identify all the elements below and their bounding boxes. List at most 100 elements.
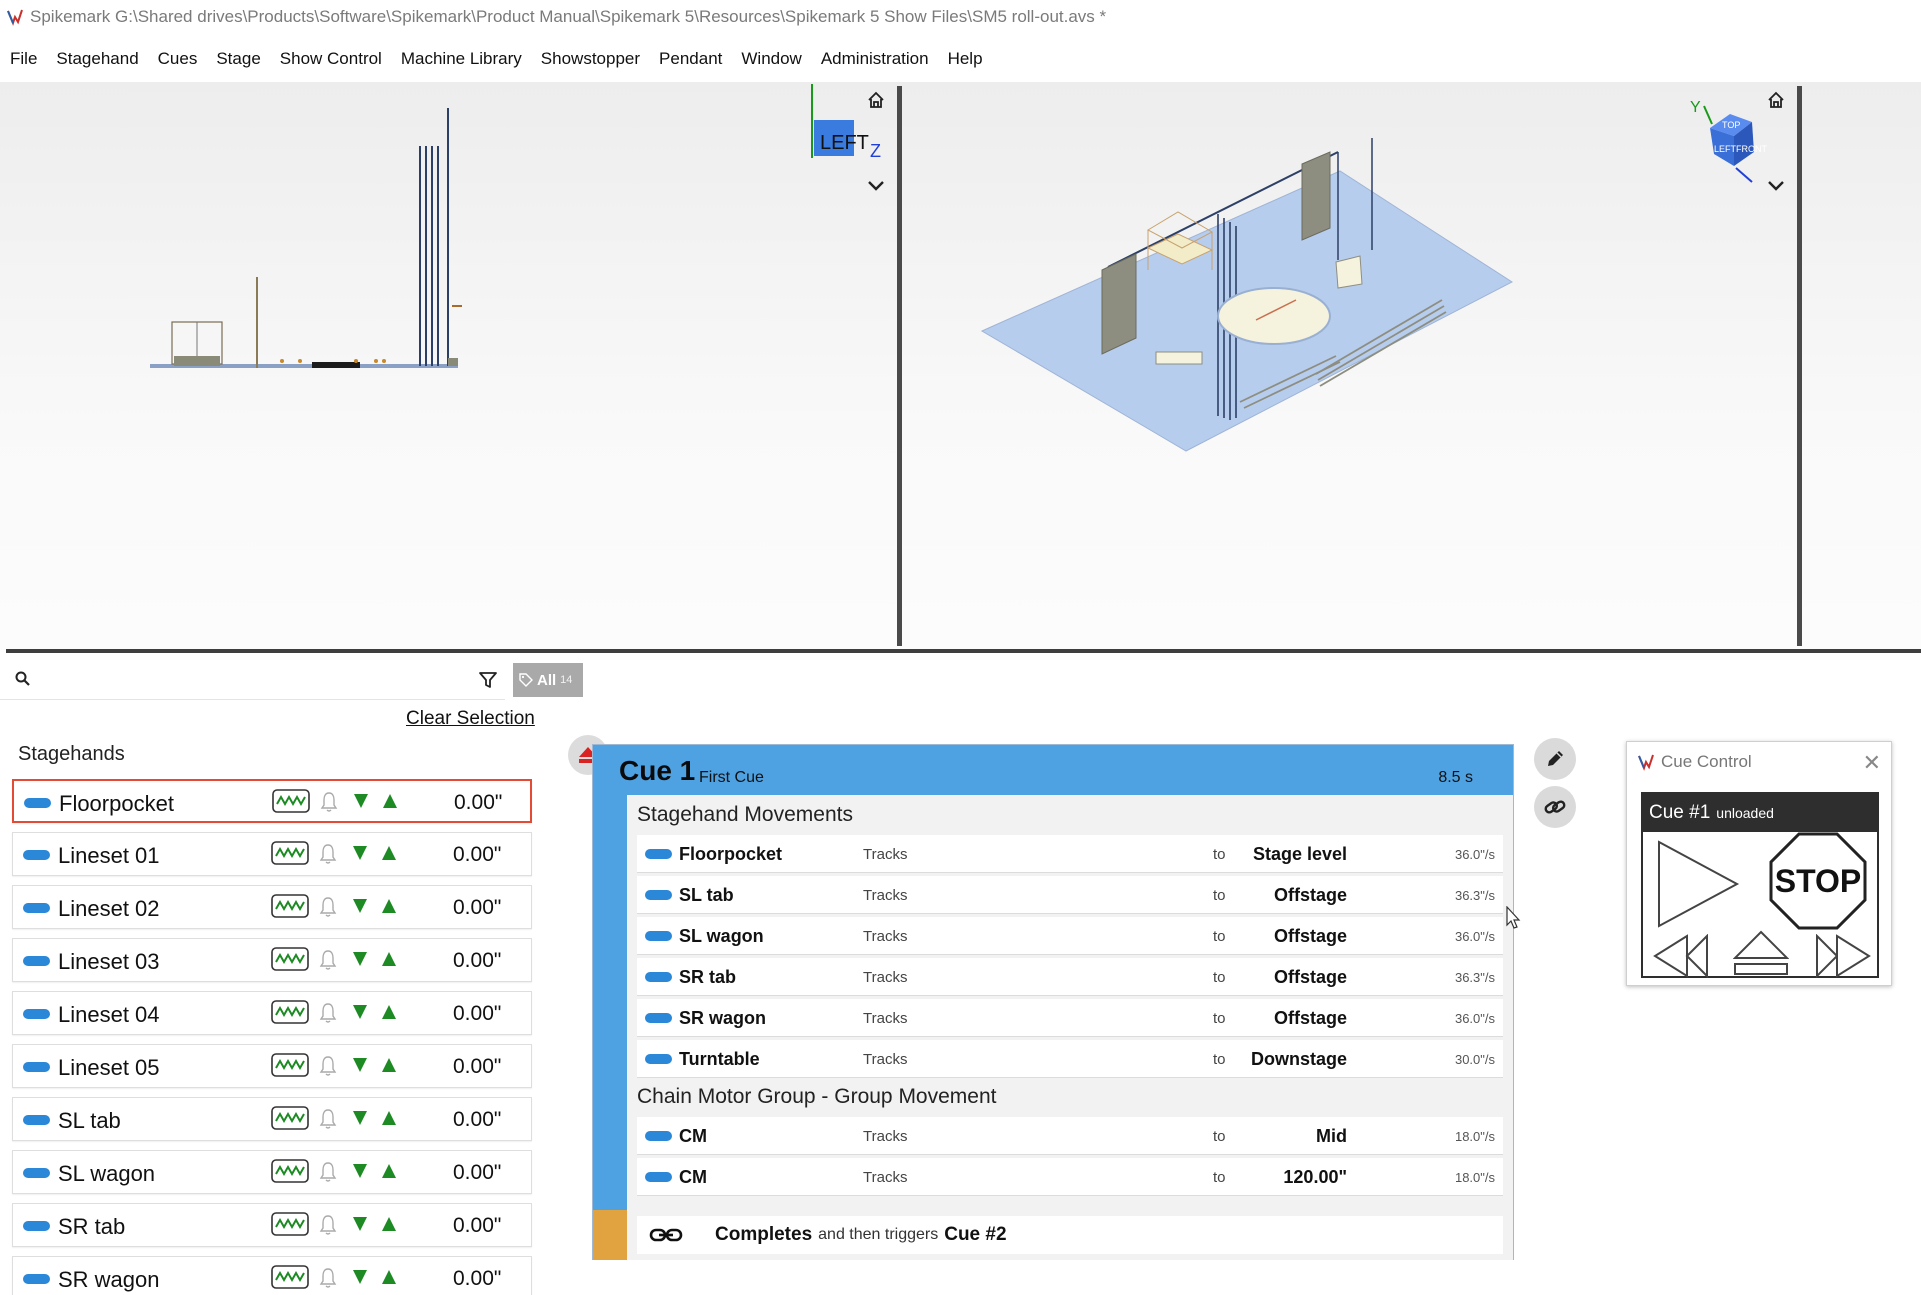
home-icon[interactable] [1766,90,1786,110]
stagehand-row[interactable]: Floorpocket 0.00" [12,779,532,823]
menu-help[interactable]: Help [948,49,983,69]
bell-icon[interactable] [320,791,338,813]
move-up-icon[interactable] [380,844,398,862]
bell-icon[interactable] [319,949,337,971]
stagehand-row[interactable]: SL tab 0.00" [12,1097,532,1141]
stagehand-search [0,660,505,700]
move-down-icon[interactable] [352,792,370,810]
stagehand-row[interactable]: SR wagon 0.00" [12,1256,532,1295]
movement-row[interactable]: SR tab Tracks to Offstage 36.3"/s [637,958,1503,996]
move-down-icon[interactable] [351,1109,369,1127]
move-up-icon[interactable] [380,1056,398,1074]
menu-cues[interactable]: Cues [158,49,198,69]
movement-speed: 36.0"/s [1454,847,1495,862]
cue-completion-row[interactable]: Completes and then triggers Cue #2 [637,1216,1503,1254]
edit-cue-button[interactable] [1534,738,1576,780]
move-up-icon[interactable] [380,1268,398,1286]
move-down-icon[interactable] [351,1056,369,1074]
menu-machine-library[interactable]: Machine Library [401,49,522,69]
move-down-icon[interactable] [351,844,369,862]
home-icon[interactable] [866,90,886,110]
movement-row[interactable]: Turntable Tracks to Downstage 30.0"/s [637,1040,1503,1078]
status-pill [23,956,50,966]
move-down-icon[interactable] [351,1162,369,1180]
waveform-icon[interactable] [271,1159,309,1183]
stagehand-row[interactable]: Lineset 04 0.00" [12,991,532,1035]
menu-administration[interactable]: Administration [821,49,929,69]
movement-row[interactable]: SR wagon Tracks to Offstage 36.0"/s [637,999,1503,1037]
close-icon[interactable]: ✕ [1863,750,1881,776]
waveform-icon[interactable] [271,1212,309,1236]
chevron-down-icon[interactable] [1766,176,1786,196]
move-down-icon[interactable] [351,1215,369,1233]
move-up-icon[interactable] [380,950,398,968]
unload-button[interactable] [1733,930,1789,978]
move-down-icon[interactable] [351,1268,369,1286]
stagehand-row[interactable]: Lineset 01 0.00" [12,832,532,876]
left-viewport-scene[interactable] [0,82,900,648]
waveform-icon[interactable] [271,947,309,971]
menu-stagehand[interactable]: Stagehand [56,49,138,69]
filter-icon[interactable] [478,670,498,690]
movement-to: to [1213,846,1226,863]
move-down-icon[interactable] [351,897,369,915]
viewport-separator[interactable] [897,86,902,646]
move-down-icon[interactable] [351,1003,369,1021]
move-up-icon[interactable] [380,897,398,915]
movement-row[interactable]: SL tab Tracks to Offstage 36.3"/s [637,876,1503,914]
movement-stagehand: CM [679,1167,707,1187]
waveform-icon[interactable] [271,1053,309,1077]
stagehand-row[interactable]: SL wagon 0.00" [12,1150,532,1194]
stagehand-position: 0.00" [453,1108,502,1131]
bell-icon[interactable] [319,1055,337,1077]
menu-pendant[interactable]: Pendant [659,49,722,69]
bell-icon[interactable] [319,1214,337,1236]
previous-cue-button[interactable] [1653,934,1713,978]
menu-window[interactable]: Window [741,49,801,69]
play-button[interactable] [1651,838,1741,930]
viewport-separator[interactable] [1797,86,1802,646]
stagehand-row[interactable]: Lineset 02 0.00" [12,885,532,929]
move-down-icon[interactable] [351,950,369,968]
stagehand-row[interactable]: SR tab 0.00" [12,1203,532,1247]
move-up-icon[interactable] [381,792,399,810]
movement-row[interactable]: CM Tracks to 120.00" 18.0"/s [637,1158,1503,1196]
movement-row[interactable]: CM Tracks to Mid 18.0"/s [637,1117,1503,1155]
movement-row[interactable]: Floorpocket Tracks to Stage level 36.0"/s [637,835,1503,873]
clear-selection-link[interactable]: Clear Selection [406,708,535,730]
move-up-icon[interactable] [380,1162,398,1180]
search-input[interactable] [38,666,458,694]
menu-show-control[interactable]: Show Control [280,49,382,69]
bell-icon[interactable] [319,1161,337,1183]
movement-to: to [1213,887,1226,904]
bell-icon[interactable] [319,1002,337,1024]
menu-file[interactable]: File [10,49,37,69]
waveform-icon[interactable] [271,894,309,918]
waveform-icon[interactable] [271,1106,309,1130]
stagehand-name: Lineset 05 [58,1055,160,1080]
bell-icon[interactable] [319,1267,337,1289]
bell-icon[interactable] [319,1108,337,1130]
bell-icon[interactable] [319,896,337,918]
menu-stage[interactable]: Stage [216,49,260,69]
cue-panel[interactable]: Cue 1 First Cue 8.5 s Stagehand Movement… [592,744,1514,1260]
menu-showstopper[interactable]: Showstopper [541,49,640,69]
stagehand-row[interactable]: Lineset 03 0.00" [12,938,532,982]
movement-row[interactable]: SL wagon Tracks to Offstage 36.0"/s [637,917,1503,955]
waveform-icon[interactable] [272,789,310,813]
movement-stagehand: CM [679,1126,707,1146]
bell-icon[interactable] [319,843,337,865]
move-up-icon[interactable] [380,1215,398,1233]
next-cue-button[interactable] [1811,934,1871,978]
waveform-icon[interactable] [271,1265,309,1289]
move-up-icon[interactable] [380,1003,398,1021]
move-up-icon[interactable] [380,1109,398,1127]
waveform-icon[interactable] [271,841,309,865]
link-cue-button[interactable] [1534,786,1576,828]
stagehand-row[interactable]: Lineset 05 0.00" [12,1044,532,1088]
horizontal-splitter[interactable] [6,649,1921,653]
tag-filter-all[interactable]: All 14 [513,663,583,697]
waveform-icon[interactable] [271,1000,309,1024]
stop-button[interactable]: STOP [1769,832,1867,930]
chevron-down-icon[interactable] [866,176,886,196]
